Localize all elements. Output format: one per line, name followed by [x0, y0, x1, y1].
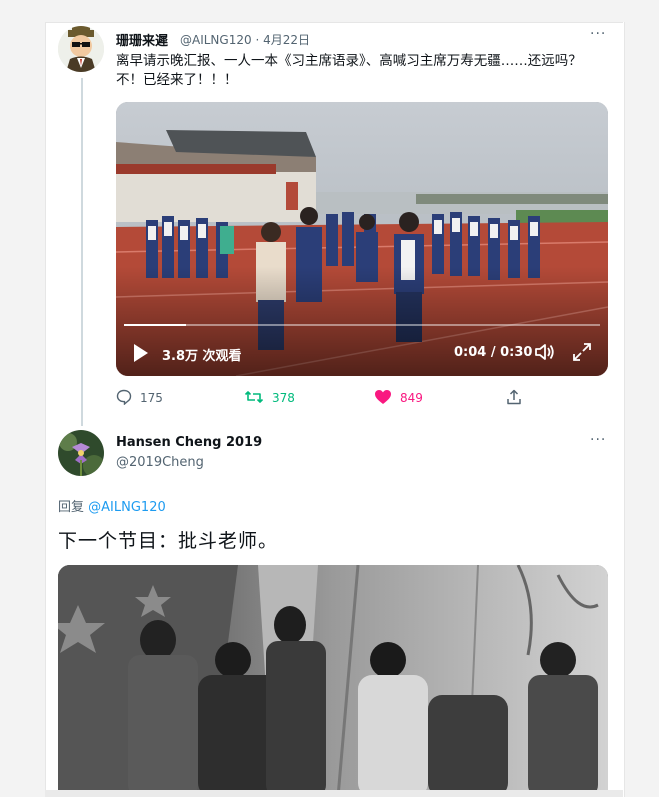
tweet-text: 离早请示晚汇报、一人一本《习主席语录》、高喊习主席万寿无疆……还远吗？不！已经来…	[116, 53, 582, 88]
tweet-actions: 175 378 849	[116, 388, 522, 408]
photo-image	[58, 565, 608, 797]
header-meta: @AILNG120 · 4月22日	[180, 31, 310, 48]
reply-prefix: 回复	[58, 500, 85, 515]
divider	[45, 22, 623, 23]
reply-handle-link[interactable]: @AILNG120	[88, 500, 166, 515]
thread-connector	[81, 78, 83, 426]
play-icon[interactable]	[134, 344, 148, 362]
fullscreen-icon[interactable]	[572, 342, 592, 366]
user-handle[interactable]: @2019Cheng	[116, 455, 204, 470]
video-progress-fill	[124, 324, 186, 326]
like-icon	[374, 389, 392, 408]
reply-context: 回复 @AILNG120	[58, 496, 166, 515]
retweet-icon	[244, 389, 264, 408]
avatar[interactable]	[58, 26, 104, 72]
share-icon	[506, 389, 522, 408]
separator: ·	[255, 33, 260, 47]
share-button[interactable]	[506, 389, 522, 408]
video-progress-track[interactable]	[124, 324, 600, 326]
tweet-photo[interactable]	[58, 565, 608, 797]
video-frame	[116, 102, 608, 376]
display-name[interactable]: Hansen Cheng 2019	[116, 435, 262, 450]
more-icon[interactable]: ···	[590, 432, 606, 448]
user-handle[interactable]: @AILNG120	[180, 33, 252, 47]
view-count: 3.8万 次观看	[162, 349, 242, 364]
retweet-count: 378	[272, 391, 295, 405]
reply-icon	[116, 389, 132, 408]
like-count: 849	[400, 391, 423, 405]
bottom-edge	[45, 790, 623, 797]
more-icon[interactable]: ···	[590, 26, 606, 42]
video-time: 0:04 / 0:30	[454, 345, 533, 360]
tweet-text: 下一个节目：批斗老师。	[58, 530, 279, 552]
avatar[interactable]	[58, 430, 104, 476]
display-name[interactable]: 珊珊来遲	[116, 30, 168, 49]
like-button[interactable]: 849	[374, 389, 506, 408]
video-player[interactable]: 3.8万 次观看 0:04 / 0:30	[116, 102, 608, 376]
volume-icon[interactable]	[534, 342, 556, 366]
reply-count: 175	[140, 391, 163, 405]
reply-button[interactable]: 175	[116, 389, 244, 408]
retweet-button[interactable]: 378	[244, 389, 374, 408]
tweet-date[interactable]: 4月22日	[263, 33, 310, 47]
